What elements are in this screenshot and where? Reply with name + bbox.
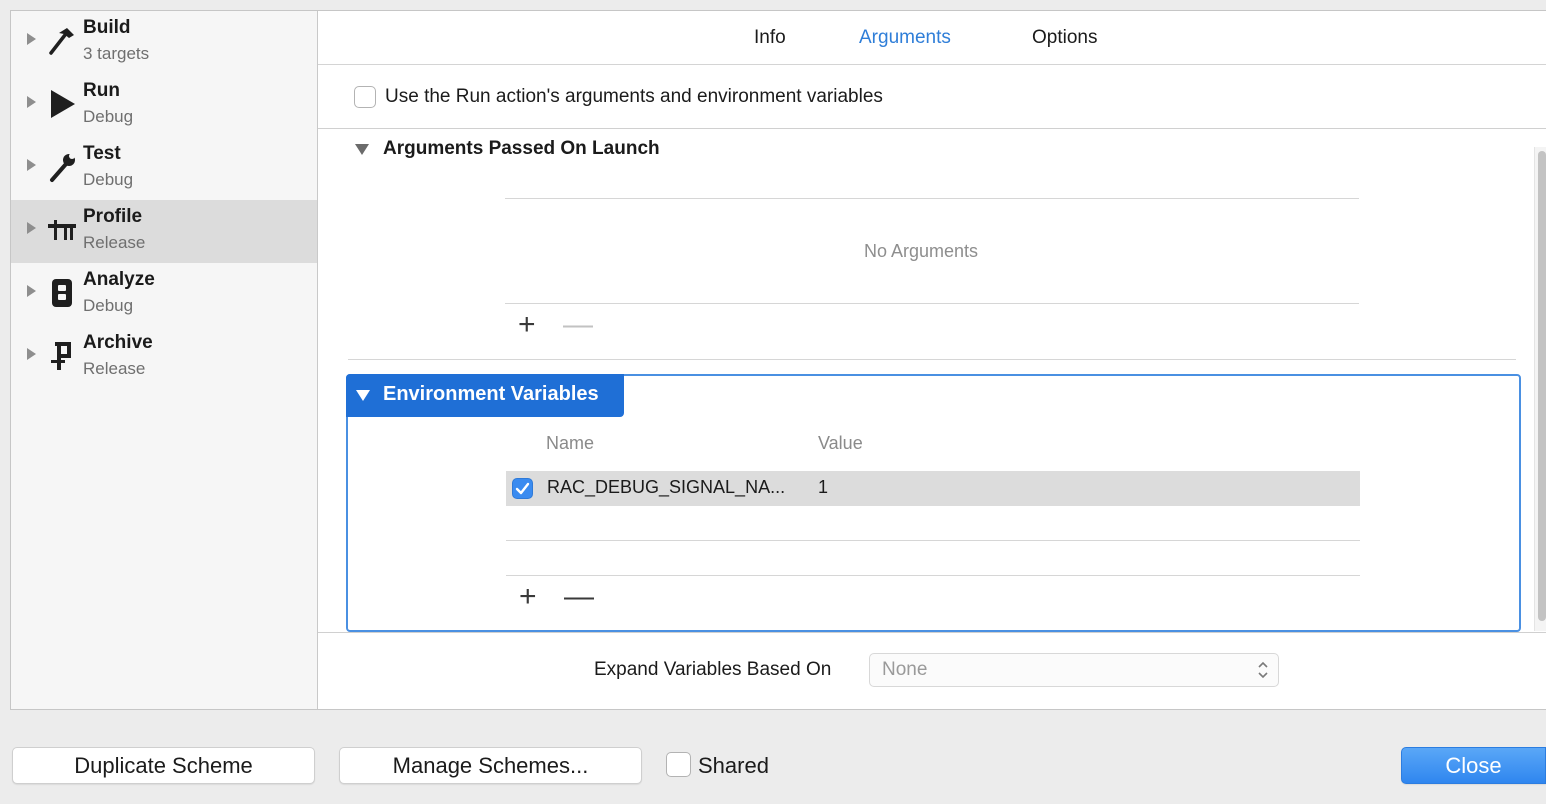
- chevron-updown-icon: [1256, 659, 1270, 686]
- tab-options[interactable]: Options: [1032, 27, 1097, 49]
- arguments-table-bottom-divider: [505, 303, 1359, 304]
- arguments-table-top-divider: [505, 198, 1359, 199]
- sidebar-item-subtitle: Debug: [83, 170, 134, 189]
- env-var-enabled-checkbox[interactable]: [512, 478, 533, 499]
- disclosure-triangle-icon[interactable]: [27, 348, 36, 360]
- sidebar-item-subtitle: Release: [83, 233, 146, 252]
- expand-variables-label: Expand Variables Based On: [594, 659, 832, 680]
- table-row[interactable]: RAC_DEBUG_SIGNAL_NA... 1: [506, 471, 1360, 506]
- shared-checkbox[interactable]: [666, 752, 691, 777]
- sidebar-item-run[interactable]: Run Debug: [11, 74, 317, 137]
- wrench-icon: [47, 151, 77, 183]
- scheme-action-sidebar: Build 3 targets Run Debug Test Debug Pro…: [11, 11, 318, 709]
- disclosure-triangle-icon[interactable]: [27, 285, 36, 297]
- remove-env-var-button[interactable]: —: [564, 582, 594, 612]
- scheme-detail-panel: Info Arguments Options Use the Run actio…: [318, 11, 1546, 709]
- env-table-row-divider: [506, 540, 1360, 541]
- analyze-icon: [47, 277, 77, 309]
- sidebar-item-profile[interactable]: Profile Release: [11, 200, 317, 263]
- section-divider: [348, 359, 1516, 360]
- disclosure-triangle-icon[interactable]: [27, 222, 36, 234]
- sidebar-item-subtitle: Debug: [83, 107, 134, 126]
- env-var-name-cell[interactable]: RAC_DEBUG_SIGNAL_NA...: [547, 477, 785, 498]
- sidebar-item-title: Build: [83, 17, 131, 38]
- use-run-action-checkbox[interactable]: [354, 86, 376, 108]
- sidebar-item-title: Archive: [83, 332, 153, 353]
- use-run-action-row: Use the Run action's arguments and envir…: [318, 65, 1546, 129]
- remove-argument-button[interactable]: —: [563, 310, 593, 340]
- archive-icon: [47, 340, 77, 372]
- sidebar-item-title: Test: [83, 143, 121, 164]
- use-run-action-label: Use the Run action's arguments and envir…: [385, 86, 883, 107]
- disclosure-triangle-icon[interactable]: [27, 159, 36, 171]
- env-var-value-cell[interactable]: 1: [818, 477, 828, 498]
- no-arguments-placeholder: No Arguments: [864, 241, 979, 261]
- tab-bar: Info Arguments Options: [318, 11, 1546, 65]
- expand-variables-value: None: [882, 659, 928, 680]
- scrollbar-thumb[interactable]: [1538, 151, 1546, 621]
- environment-variables-header[interactable]: Environment Variables: [346, 374, 624, 417]
- expand-variables-row: Expand Variables Based On None: [318, 632, 1546, 709]
- environment-variables-section: Environment Variables Name Value RAC_DEB…: [346, 374, 1521, 632]
- sidebar-item-subtitle: Debug: [83, 296, 134, 315]
- sidebar-item-test[interactable]: Test Debug: [11, 137, 317, 200]
- checkmark-icon: [515, 482, 530, 495]
- environment-section-disclosure-icon[interactable]: [356, 390, 370, 401]
- add-argument-button[interactable]: +: [518, 310, 536, 340]
- tab-arguments[interactable]: Arguments: [859, 27, 951, 49]
- sidebar-item-title: Profile: [83, 206, 143, 227]
- hammer-icon: [47, 25, 77, 57]
- column-header-name[interactable]: Name: [546, 433, 594, 454]
- duplicate-scheme-button[interactable]: Duplicate Scheme: [12, 747, 315, 784]
- disclosure-triangle-icon[interactable]: [27, 96, 36, 108]
- sidebar-item-subtitle: Release: [83, 359, 146, 378]
- play-icon: [47, 88, 77, 120]
- expand-variables-select[interactable]: None: [869, 653, 1279, 687]
- env-table-bottom-divider: [506, 575, 1360, 576]
- instruments-icon: [47, 214, 77, 246]
- column-header-value[interactable]: Value: [818, 433, 863, 454]
- scheme-editor-sheet: Build 3 targets Run Debug Test Debug Pro…: [10, 10, 1546, 710]
- sidebar-item-title: Run: [83, 80, 120, 101]
- environment-variables-title: Environment Variables: [383, 383, 599, 405]
- arguments-section-title: Arguments Passed On Launch: [383, 138, 660, 159]
- sidebar-item-archive[interactable]: Archive Release: [11, 326, 317, 389]
- disclosure-triangle-icon[interactable]: [27, 33, 36, 45]
- tab-info[interactable]: Info: [754, 27, 786, 49]
- vertical-scrollbar[interactable]: [1534, 147, 1546, 631]
- sidebar-item-subtitle: 3 targets: [83, 44, 150, 63]
- shared-label: Shared: [698, 753, 769, 778]
- sidebar-item-title: Analyze: [83, 269, 155, 290]
- close-button[interactable]: Close: [1401, 747, 1546, 784]
- arguments-section-disclosure-icon[interactable]: [355, 144, 369, 155]
- add-env-var-button[interactable]: +: [519, 582, 537, 612]
- sidebar-item-analyze[interactable]: Analyze Debug: [11, 263, 317, 326]
- sidebar-item-build[interactable]: Build 3 targets: [11, 11, 317, 74]
- manage-schemes-button[interactable]: Manage Schemes...: [339, 747, 642, 784]
